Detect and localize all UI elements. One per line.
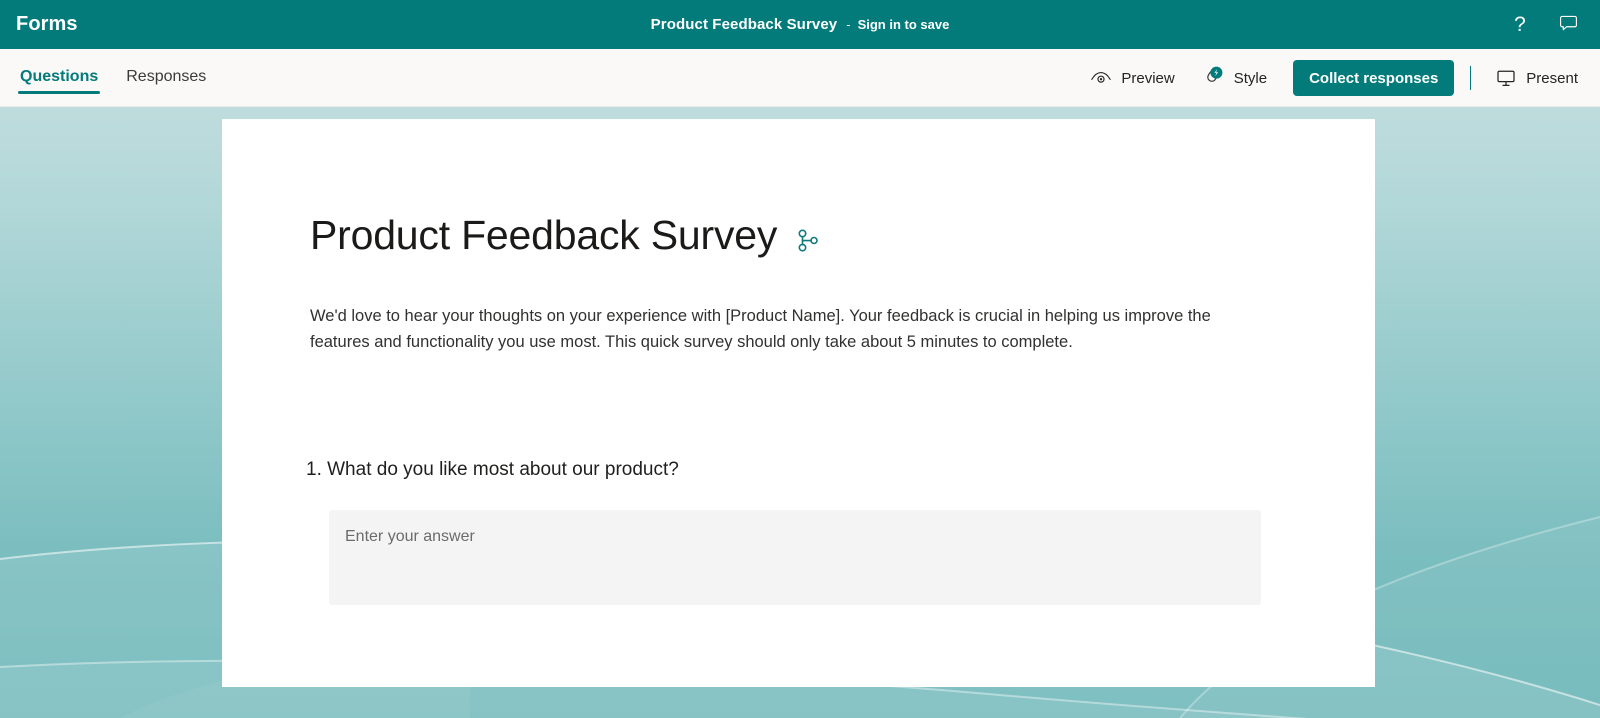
toolbar-divider (1470, 66, 1472, 90)
preview-button[interactable]: Preview (1078, 60, 1186, 96)
tab-active-underline (18, 91, 101, 94)
forms-app-window: Forms Product Feedback Survey - Sign in … (0, 0, 1600, 718)
form-description[interactable]: We'd love to hear your thoughts on your … (222, 259, 1366, 355)
help-button[interactable]: ? (1500, 5, 1540, 45)
chat-bubble-icon (1558, 13, 1579, 37)
present-button[interactable]: Present (1483, 60, 1590, 96)
question-1-title[interactable]: 1. What do you like most about our produ… (306, 458, 1375, 483)
forms-brand-label: Forms (16, 13, 78, 35)
command-bar: Questions Responses Preview Style Collec… (0, 49, 1600, 107)
header-actions: ? (1500, 0, 1588, 49)
presentation-screen-icon (1495, 68, 1517, 88)
branching-icon[interactable] (793, 218, 819, 254)
preview-label: Preview (1121, 69, 1175, 87)
tab-responses-label: Responses (126, 68, 207, 85)
tab-questions[interactable]: Questions (18, 49, 101, 107)
title-separator: - (846, 17, 851, 32)
feedback-button[interactable] (1548, 5, 1588, 45)
sign-in-to-save-link[interactable]: Sign in to save (858, 17, 950, 32)
form-document-title[interactable]: Product Feedback Survey (651, 16, 838, 33)
present-label: Present (1526, 69, 1578, 87)
forms-brand-logo[interactable]: Forms (16, 0, 78, 49)
style-button[interactable]: Style (1187, 60, 1279, 96)
collect-responses-label: Collect responses (1309, 69, 1439, 87)
form-title[interactable]: Product Feedback Survey (310, 212, 777, 259)
eye-icon (1090, 69, 1112, 87)
style-label: Style (1233, 69, 1268, 87)
form-card-content: Product Feedback Survey We'd love to hea… (222, 119, 1375, 605)
form-editor-card: Product Feedback Survey We'd love to hea… (222, 119, 1375, 687)
tab-questions-label: Questions (20, 68, 99, 85)
header-title-group: Product Feedback Survey - Sign in to sav… (0, 0, 1600, 49)
question-1-answer-input[interactable]: Enter your answer (329, 509, 1261, 605)
collect-responses-button[interactable]: Collect responses (1293, 60, 1455, 96)
paint-brush-sparkle-icon (1199, 65, 1225, 91)
form-title-row: Product Feedback Survey (222, 212, 1375, 259)
view-tabs: Questions Responses (18, 49, 208, 107)
command-bar-actions: Preview Style Collect responses Present (1078, 49, 1590, 107)
tab-responses[interactable]: Responses (124, 49, 208, 107)
question-mark-icon: ? (1514, 13, 1526, 36)
form-canvas-background: Product Feedback Survey We'd love to hea… (0, 107, 1600, 718)
top-header-bar: Forms Product Feedback Survey - Sign in … (0, 0, 1600, 49)
question-1-answer-placeholder: Enter your answer (345, 527, 475, 545)
question-item-1: 1. What do you like most about our produ… (222, 355, 1375, 605)
